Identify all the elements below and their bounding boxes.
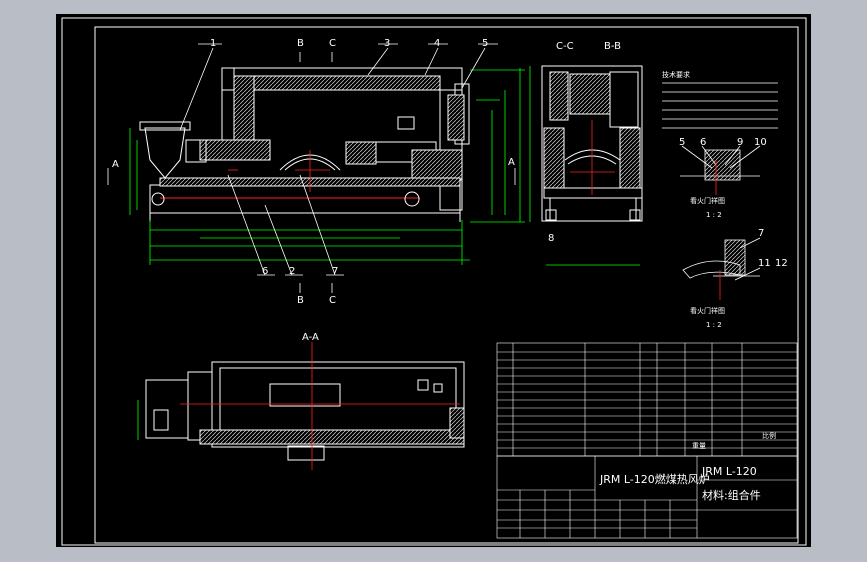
drawing-material: 材料:组合件 (702, 489, 761, 502)
detail2-part-7: 7 (758, 228, 765, 239)
part-label-2: 2 (289, 266, 296, 277)
detail1-part-5: 5 (679, 137, 686, 148)
section-mark-a-right: A (508, 157, 515, 168)
title-qty-label-1: 重量 (692, 442, 706, 450)
part-label-3: 3 (384, 38, 391, 49)
part-label-7: 7 (332, 266, 339, 277)
detail1-caption: 看火门祥图 (690, 197, 725, 205)
part-label-1: 1 (210, 38, 217, 49)
part-label-5: 5 (482, 38, 489, 49)
detail2-caption: 看火门祥图 (690, 307, 725, 315)
section-mark-b-bottom: B (297, 295, 304, 306)
section-mark-a-left: A (112, 159, 119, 170)
drawing-name: JRM L-120燃煤热风炉 (600, 473, 710, 486)
section-mark-b-top: B (297, 38, 304, 49)
section-mark-c-bottom: C (329, 295, 336, 306)
detail2-part-12: 12 (775, 258, 788, 269)
detail2-scale: 1 : 2 (706, 321, 722, 329)
part-label-6: 6 (262, 266, 269, 277)
drawing-sheet (56, 14, 811, 547)
detail2-part-11: 11 (758, 258, 771, 269)
detail1-part-9: 9 (737, 137, 744, 148)
drawing-code: JRM L-120 (702, 465, 757, 478)
detail1-part-10: 10 (754, 137, 767, 148)
part-label-4: 4 (434, 38, 441, 49)
detail1-scale: 1 : 2 (706, 211, 722, 219)
detail1-part-6: 6 (700, 137, 707, 148)
tech-notes-title: 技术要求 (662, 71, 690, 79)
section-mark-c-top: C (329, 38, 336, 49)
part-label-8: 8 (548, 233, 555, 244)
title-qty-label-2: 比例 (762, 432, 776, 440)
section-title-cc: C-C (556, 41, 574, 52)
section-title-bb: B-B (604, 41, 621, 52)
plan-view-title: A-A (302, 332, 319, 343)
